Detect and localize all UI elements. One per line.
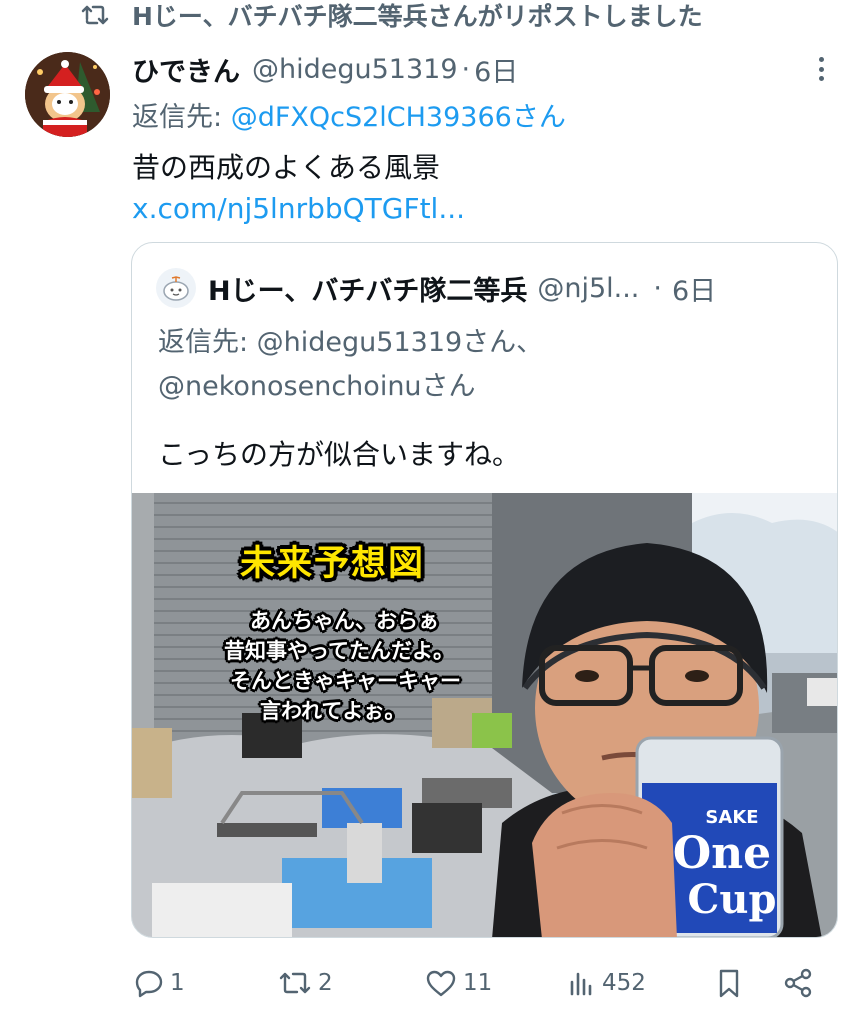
repost-indicator[interactable]: Hじー、バチバチ隊二等兵さんがリポストしました [80,0,703,31]
action-bar: 1 2 11 452 [130,960,830,1006]
repost-button[interactable]: 2 [278,960,333,1006]
quoted-separator: · [653,272,662,304]
tweet-text: 昔の西成のよくある風景 [132,151,441,184]
reply-to: 返信先: @dFXQcS2lCH39366さん [132,95,566,134]
bookmark-button[interactable] [715,960,749,1006]
repost-icon [80,2,110,28]
reply-prefix: 返信先: [132,102,231,133]
view-count: 452 [602,970,646,996]
quoted-avatar[interactable] [156,268,196,308]
more-options-icon[interactable] [809,54,833,84]
views-button[interactable]: 452 [568,960,646,1006]
views-icon [570,972,592,996]
reply-count: 1 [170,970,185,996]
share-icon [784,968,812,998]
quoted-tweet-text: こっちの方が似合いますね。 [158,438,521,471]
repost-count: 2 [318,970,333,996]
image-overlay-line: 言われてよぉ。 [260,699,406,723]
reply-icon [135,970,163,998]
quoted-author-handle[interactable]: @nj5l... [537,273,639,304]
tweet-time[interactable]: 6日 [474,50,518,89]
reply-mention-link[interactable]: @dFXQcS2lCH39366さん [231,102,566,133]
quoted-reply-line: @nekonosenchoinuさん [158,371,476,402]
author-handle[interactable]: @hidegu51319 [252,54,458,85]
bottle-sub-label: Cup [688,876,777,923]
quoted-media-image[interactable]: SAKE One Cup 未来予想図 あんちゃん、おらぁ 昔知事やってたんだよ。… [132,493,837,937]
bottle-main-label: One [673,828,771,879]
bookmark-icon [719,969,739,998]
quoted-tweet-header: Hじー、バチバチ隊二等兵 @nj5l... · 6日 [156,267,817,309]
image-overlay-line: そんときゃキャーキャー [230,669,461,693]
image-overlay-line: 昔知事やってたんだよ。 [224,639,454,663]
like-button[interactable]: 11 [425,960,492,1006]
separator: · [461,53,471,85]
repost-icon [279,972,311,994]
quoted-tweet[interactable]: Hじー、バチバチ隊二等兵 @nj5l... · 6日 返信先: @hidegu5… [131,242,838,938]
quoted-reply-line: 返信先: @hidegu51319さん、 [158,327,544,358]
bottle-top-label: SAKE [705,807,758,828]
quoted-reply-to: 返信先: @hidegu51319さん、 @nekonosenchoinuさん [158,321,543,409]
avatar[interactable] [25,52,110,137]
tweet-header: ひできん @hidegu51319 · 6日 [132,50,833,88]
reply-button[interactable]: 1 [134,960,185,1006]
like-count: 11 [463,970,493,996]
heart-icon [426,970,456,997]
author-name[interactable]: ひできん [132,50,240,89]
share-button[interactable] [782,960,820,1006]
tweet-link[interactable]: x.com/nj5lnrbbQTGFtl... [132,192,465,225]
image-overlay-line: あんちゃん、おらぁ [250,609,439,633]
image-overlay-title: 未来予想図 [240,544,426,584]
quoted-time[interactable]: 6日 [672,269,716,308]
repost-text: Hじー、バチバチ隊二等兵さんがリポストしました [132,2,703,31]
quoted-author-name[interactable]: Hじー、バチバチ隊二等兵 [208,269,527,308]
